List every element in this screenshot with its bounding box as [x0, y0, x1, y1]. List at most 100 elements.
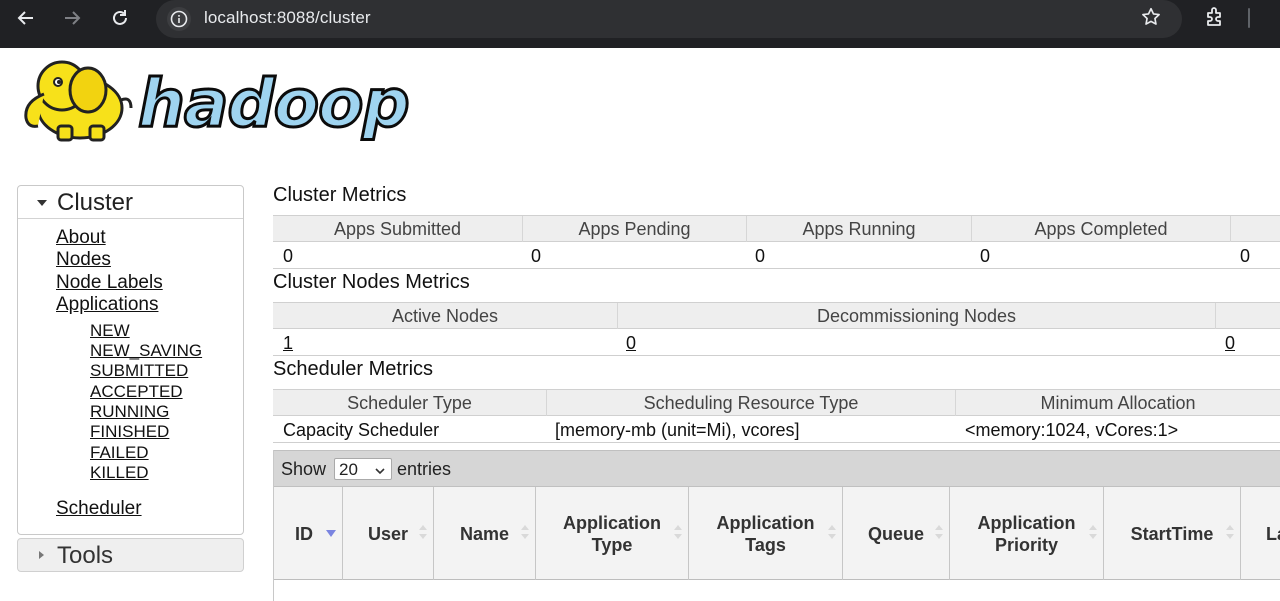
metric-value: 0: [980, 246, 991, 266]
sort-icon: [1089, 525, 1097, 541]
sidebar-item-applications[interactable]: Applications: [56, 294, 158, 316]
column-header[interactable]: Scheduling Resource Type: [546, 390, 955, 416]
table-header: Scheduler Type Scheduling Resource Type …: [273, 390, 1280, 416]
nodes-metrics-table: Active Nodes Decommissioning Nodes 1 0 0: [273, 302, 1280, 356]
sidebar-item-scheduler[interactable]: Scheduler: [56, 498, 142, 520]
column-header-launchtime[interactable]: La: [1241, 487, 1280, 580]
app-state-killed[interactable]: KILLED: [90, 463, 149, 483]
resource-type-value: [memory-mb (unit=Mi), vcores]: [555, 420, 800, 440]
column-header[interactable]: [1215, 303, 1280, 329]
sidebar-item-nodes[interactable]: Nodes: [56, 249, 111, 271]
app-state-finished[interactable]: FINISHED: [90, 422, 169, 442]
url-text[interactable]: localhost:8088/cluster: [204, 8, 371, 28]
sort-icon: [935, 525, 943, 541]
extensions-icon[interactable]: [1203, 4, 1229, 35]
column-header-name[interactable]: Name: [434, 487, 536, 580]
table-row: 1 0 0: [273, 329, 1280, 356]
nodes-metrics-title: Cluster Nodes Metrics: [273, 271, 470, 293]
active-nodes-link[interactable]: 1: [283, 333, 293, 353]
tools-title[interactable]: Tools: [57, 542, 113, 570]
expand-icon: [37, 200, 47, 206]
page-size-value[interactable]: 20: [339, 460, 358, 480]
cluster-title[interactable]: Cluster: [57, 189, 133, 217]
column-label: Queue: [867, 523, 924, 544]
decommissioning-nodes-link[interactable]: 0: [626, 333, 636, 353]
column-label: Name: [459, 523, 510, 544]
next-nodes-value: 0: [1225, 331, 1235, 355]
metric-value: 0: [531, 246, 542, 266]
cluster-header[interactable]: Cluster: [18, 186, 243, 219]
column-header[interactable]: Apps Completed: [971, 216, 1230, 242]
browser-toolbar: localhost:8088/cluster: [0, 0, 1280, 48]
next-nodes-link[interactable]: 0: [1225, 333, 1235, 353]
entries-label: entries: [397, 459, 452, 479]
table-row: 0 0 0 0 0: [273, 242, 1280, 269]
sidebar-item-node-labels[interactable]: Node Labels: [56, 272, 163, 294]
app-state-running[interactable]: RUNNING: [90, 402, 169, 422]
column-header[interactable]: Apps Pending: [522, 216, 746, 242]
column-header-application-priority[interactable]: Application Priority: [950, 487, 1104, 580]
table-row: Capacity Scheduler [memory-mb (unit=Mi),…: [273, 416, 1280, 443]
scheduler-metrics-title: Scheduler Metrics: [273, 358, 434, 380]
page-size-select[interactable]: 20: [334, 458, 392, 480]
table-header: Apps Submitted Apps Pending Apps Running…: [273, 216, 1280, 242]
forward-icon[interactable]: [55, 4, 89, 32]
active-nodes-value: 1: [283, 331, 293, 355]
star-icon[interactable]: [1140, 6, 1162, 33]
app-state-failed[interactable]: FAILED: [90, 443, 149, 463]
column-header[interactable]: [1230, 216, 1280, 242]
elephant-icon: [24, 60, 133, 142]
sidebar-cluster: Cluster About Nodes Node Labels Applicat…: [17, 185, 244, 535]
column-label: Application Priority: [977, 512, 1076, 555]
metric-value: 0: [1240, 246, 1251, 266]
sort-icon: [1226, 525, 1234, 541]
app-state-new-saving[interactable]: NEW_SAVING: [90, 341, 202, 361]
column-label: Application Tags: [716, 512, 815, 555]
scheduler-metrics-table: Scheduler Type Scheduling Resource Type …: [273, 389, 1280, 443]
column-header[interactable]: Active Nodes: [273, 303, 617, 329]
sort-icon: [828, 525, 836, 541]
logo-wordmark: hadoop: [137, 64, 412, 144]
column-label: StartTime: [1130, 523, 1214, 544]
decommissioning-nodes-value: 0: [626, 331, 636, 355]
metric-value: 0: [755, 246, 766, 266]
collapse-icon: [39, 551, 44, 559]
scheduler-type-value: Capacity Scheduler: [283, 420, 440, 440]
table-header: ID User Name Application Type Applicatio…: [274, 487, 1280, 580]
column-header-id[interactable]: ID: [274, 487, 343, 580]
toolbar-divider: [1248, 8, 1250, 28]
info-icon[interactable]: [167, 7, 191, 31]
column-header-application-type[interactable]: Application Type: [536, 487, 689, 580]
sort-icon: [674, 525, 682, 541]
column-header[interactable]: Apps Submitted: [273, 216, 522, 242]
column-label: User: [367, 523, 409, 544]
reload-icon[interactable]: [103, 4, 137, 32]
cluster-metrics-table: Apps Submitted Apps Pending Apps Running…: [273, 215, 1280, 269]
metric-value: 0: [283, 246, 294, 266]
column-header[interactable]: Apps Running: [746, 216, 971, 242]
column-header-application-tags[interactable]: Application Tags: [689, 487, 843, 580]
back-icon[interactable]: [9, 4, 43, 32]
app-state-submitted[interactable]: SUBMITTED: [90, 361, 188, 381]
column-label: ID: [295, 523, 313, 544]
hadoop-logo[interactable]: hadoop: [18, 56, 418, 156]
column-header-user[interactable]: User: [343, 487, 434, 580]
app-state-new[interactable]: NEW: [90, 321, 130, 341]
column-label: Application Type: [563, 512, 661, 555]
column-header[interactable]: Scheduler Type: [273, 390, 546, 416]
sidebar-item-about[interactable]: About: [56, 227, 106, 249]
sidebar-tools[interactable]: Tools: [17, 538, 244, 572]
column-header-starttime[interactable]: StartTime: [1104, 487, 1241, 580]
column-header[interactable]: Minimum Allocation: [955, 390, 1280, 416]
sort-icon: [521, 525, 529, 541]
column-header-queue[interactable]: Queue: [843, 487, 950, 580]
column-header[interactable]: Decommissioning Nodes: [617, 303, 1215, 329]
sort-desc-icon: [326, 530, 336, 537]
address-bar[interactable]: localhost:8088/cluster: [156, 0, 1182, 38]
app-state-accepted[interactable]: ACCEPTED: [90, 382, 183, 402]
applications-table: Show 20 entries ID User Name Application…: [273, 450, 1280, 601]
table-length-control: Show 20 entries: [274, 450, 1280, 487]
minimum-allocation-value: <memory:1024, vCores:1>: [965, 420, 1179, 440]
cluster-metrics-title: Cluster Metrics: [273, 184, 407, 206]
column-label: La: [1266, 523, 1280, 544]
